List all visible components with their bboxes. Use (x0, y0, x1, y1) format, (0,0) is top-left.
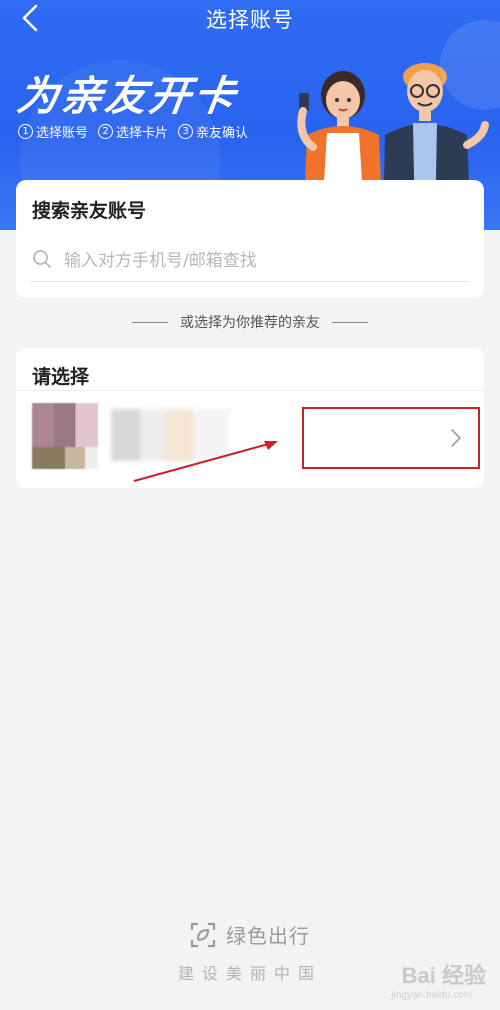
footer-brand-label: 绿色出行 (226, 924, 310, 948)
step-label: 亲友确认 (196, 126, 249, 141)
annotation-arrow (133, 441, 278, 482)
divider-line (132, 321, 168, 323)
hero-title: 为亲友开卡 (14, 72, 241, 120)
divider-line (332, 321, 368, 323)
scan-leaf-icon (190, 922, 216, 947)
watermark-logo: Bai 经验 (401, 963, 486, 988)
step-number: 3 (178, 124, 194, 139)
watermark-url: jingyan.baidu.com (391, 990, 472, 1001)
search-icon (33, 249, 51, 268)
search-input[interactable]: 输入对方手机号/邮箱查找 (30, 236, 470, 282)
search-placeholder: 输入对方手机号/邮箱查找 (64, 251, 257, 271)
recommend-divider: 或选择为你推荐的亲友 (0, 312, 500, 332)
search-card-title: 搜索亲友账号 (32, 200, 147, 222)
step-2: 2 选择卡片 (98, 122, 168, 141)
step-label: 选择卡片 (116, 126, 169, 141)
step-label: 选择账号 (36, 126, 89, 141)
step-indicator: 1 选择账号 2 选择卡片 3 亲友确认 (18, 122, 248, 141)
chevron-right-icon (451, 429, 461, 447)
step-number: 2 (98, 124, 114, 139)
page-title: 选择账号 (206, 8, 294, 32)
step-3: 3 亲友确认 (178, 122, 248, 141)
avatar (32, 403, 98, 469)
step-1: 1 选择账号 (18, 122, 88, 141)
step-number: 1 (18, 124, 33, 139)
divider-label: 或选择为你推荐的亲友 (180, 315, 320, 331)
search-card: 搜索亲友账号 输入对方手机号/邮箱查找 (16, 180, 484, 298)
select-card-title: 请选择 (32, 366, 90, 388)
footer-brand: 绿色出行 (0, 920, 500, 949)
